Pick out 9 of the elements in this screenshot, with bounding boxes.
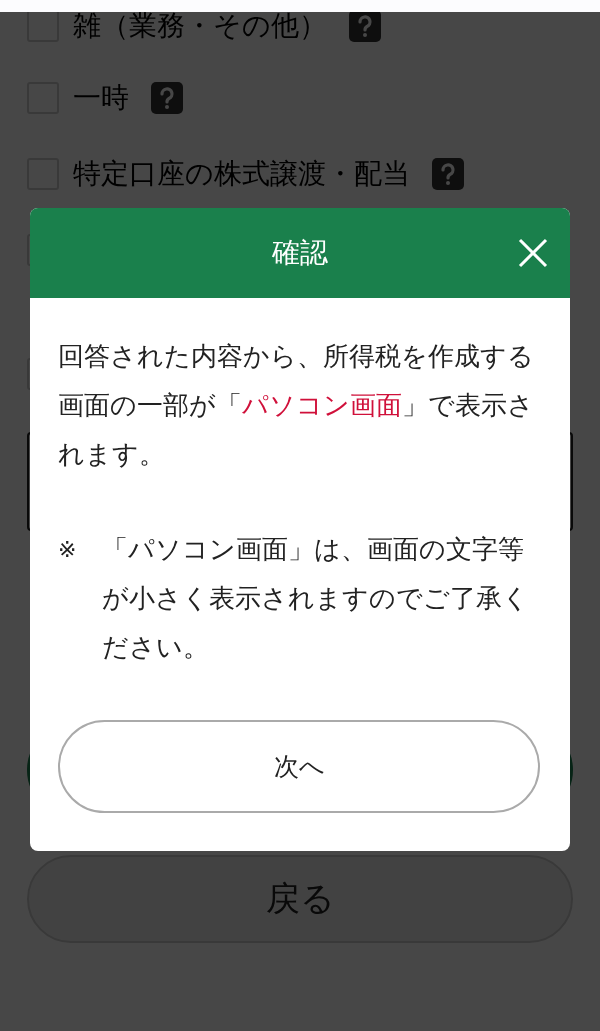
option-label: 特定口座の株式譲渡・配当 (73, 156, 410, 192)
dialog-note: 「パソコン画面」は、画面の文字等が小さく表示されますのでご了承ください。 (102, 533, 530, 664)
close-icon[interactable] (518, 238, 548, 268)
dialog-title: 確認 (272, 235, 328, 271)
next-button[interactable]: 次へ (58, 720, 540, 813)
option-label: 一時 (73, 80, 129, 116)
option-label: 雑（業務・その他） (73, 12, 327, 44)
dialog-message: 回答された内容から、所得税を作成する画面の一部が「パソコン画面」で表示されます。 (58, 340, 535, 471)
note-mark: ※ (58, 536, 78, 564)
